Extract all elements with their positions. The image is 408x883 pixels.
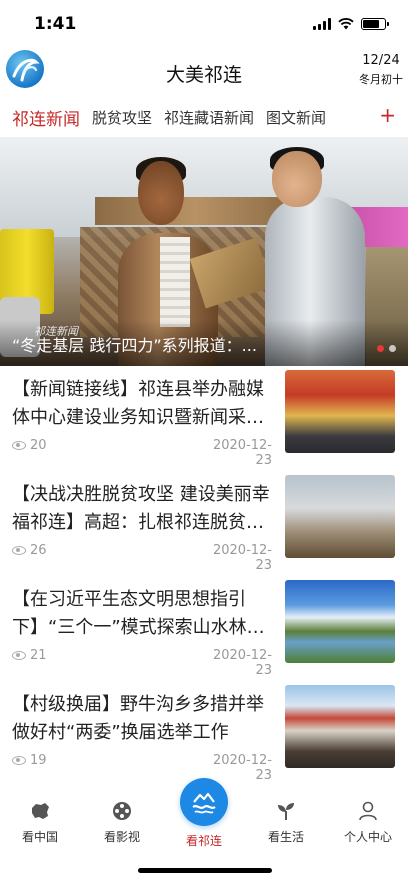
tabbar-item-film[interactable]: 看影视 [82, 790, 162, 845]
news-date: 2020-12-23 [212, 648, 272, 678]
signal-icon [313, 18, 331, 30]
eye-icon [12, 441, 26, 450]
news-title: 【新闻链接线】祁连县举办融媒体中心建设业务知识暨新闻采编培训 [12, 379, 264, 428]
tab-photo-news[interactable]: 图文新闻 [260, 107, 332, 128]
news-title: 【决战决胜脱贫攻坚 建设美丽幸福祁连】高超：扎根祁连脱贫一线 [12, 484, 270, 533]
eye-icon [12, 546, 26, 555]
tabbar-label: 个人中心 [343, 830, 392, 844]
news-thumbnail [285, 475, 395, 558]
sprout-icon [275, 800, 297, 822]
tab-tibetan-news[interactable]: 祁连藏语新闻 [158, 107, 260, 128]
date-display: 12/24 冬月初十 [359, 53, 403, 87]
news-thumbnail [285, 370, 395, 453]
eye-icon [12, 651, 26, 660]
status-time: 1:41 [34, 14, 77, 34]
wifi-icon [338, 18, 354, 30]
banner-pagination [377, 345, 396, 352]
tabbar-label: 看影视 [103, 830, 140, 844]
page-title: 大美祁连 [165, 64, 242, 86]
status-icons [313, 18, 389, 30]
news-item[interactable]: 【在习近平生态文明思想指引下】“三个一”模式探索山水林田湖草 21 2020-1… [0, 578, 408, 683]
view-count: 21 [12, 648, 47, 663]
featured-banner[interactable]: 祁连新闻 “冬走基层 践行四力”系列报道：... [0, 137, 408, 366]
tabbar-item-qilian[interactable]: 看祁连 [164, 778, 244, 849]
view-count: 26 [12, 543, 47, 558]
date-text: 12/24 [362, 53, 400, 68]
eye-icon [12, 756, 26, 765]
bottom-tab-bar: 看中国 看影视 看祁连 看生活 个人中心 [0, 778, 408, 850]
tab-qilian-news[interactable]: 祁连新闻 [0, 105, 86, 130]
news-title: 【在习近平生态文明思想指引下】“三个一”模式探索山水林田湖草 [12, 589, 265, 638]
tabbar-item-profile[interactable]: 个人中心 [328, 790, 408, 845]
banner-caption: “冬走基层 践行四力”系列报道：... [12, 336, 257, 355]
pagination-dot[interactable] [377, 345, 384, 352]
film-reel-icon [111, 800, 133, 822]
tabbar-label: 看生活 [267, 830, 304, 844]
news-thumbnail [285, 685, 395, 768]
news-item[interactable]: 【新闻链接线】祁连县举办融媒体中心建设业务知识暨新闻采编培训 20 2020-1… [0, 368, 408, 473]
news-date: 2020-12-23 [212, 543, 272, 573]
news-thumbnail [285, 580, 395, 663]
lunar-date-text: 冬月初十 [359, 73, 403, 86]
tabbar-item-china[interactable]: 看中国 [0, 790, 80, 845]
tabbar-label: 看中国 [21, 830, 58, 844]
view-count: 20 [12, 438, 47, 453]
news-item[interactable]: 【村级换届】野牛沟乡多措并举做好村“两委”换届选举工作 19 2020-12-2… [0, 683, 408, 788]
app-header: 大美祁连 12/24 冬月初十 [0, 50, 408, 96]
news-date: 2020-12-23 [212, 438, 272, 468]
category-tabs: 祁连新闻 脱贫攻坚 祁连藏语新闻 图文新闻 + [0, 100, 408, 134]
add-tab-button[interactable]: + [379, 103, 396, 127]
china-map-icon [29, 800, 51, 822]
news-title: 【村级换届】野牛沟乡多措并举做好村“两委”换届选举工作 [12, 694, 264, 743]
person-icon [357, 800, 379, 822]
news-item[interactable]: 【决战决胜脱贫攻坚 建设美丽幸福祁连】高超：扎根祁连脱贫一线 26 2020-1… [0, 473, 408, 578]
battery-icon [361, 18, 389, 30]
status-bar: 1:41 [0, 0, 408, 50]
pagination-dot[interactable] [389, 345, 396, 352]
mountain-wave-icon [180, 778, 228, 826]
tabbar-item-life[interactable]: 看生活 [246, 790, 326, 845]
tabbar-label: 看祁连 [185, 834, 222, 848]
tab-poverty[interactable]: 脱贫攻坚 [86, 107, 158, 128]
view-count: 19 [12, 753, 47, 768]
home-indicator[interactable] [138, 868, 272, 873]
